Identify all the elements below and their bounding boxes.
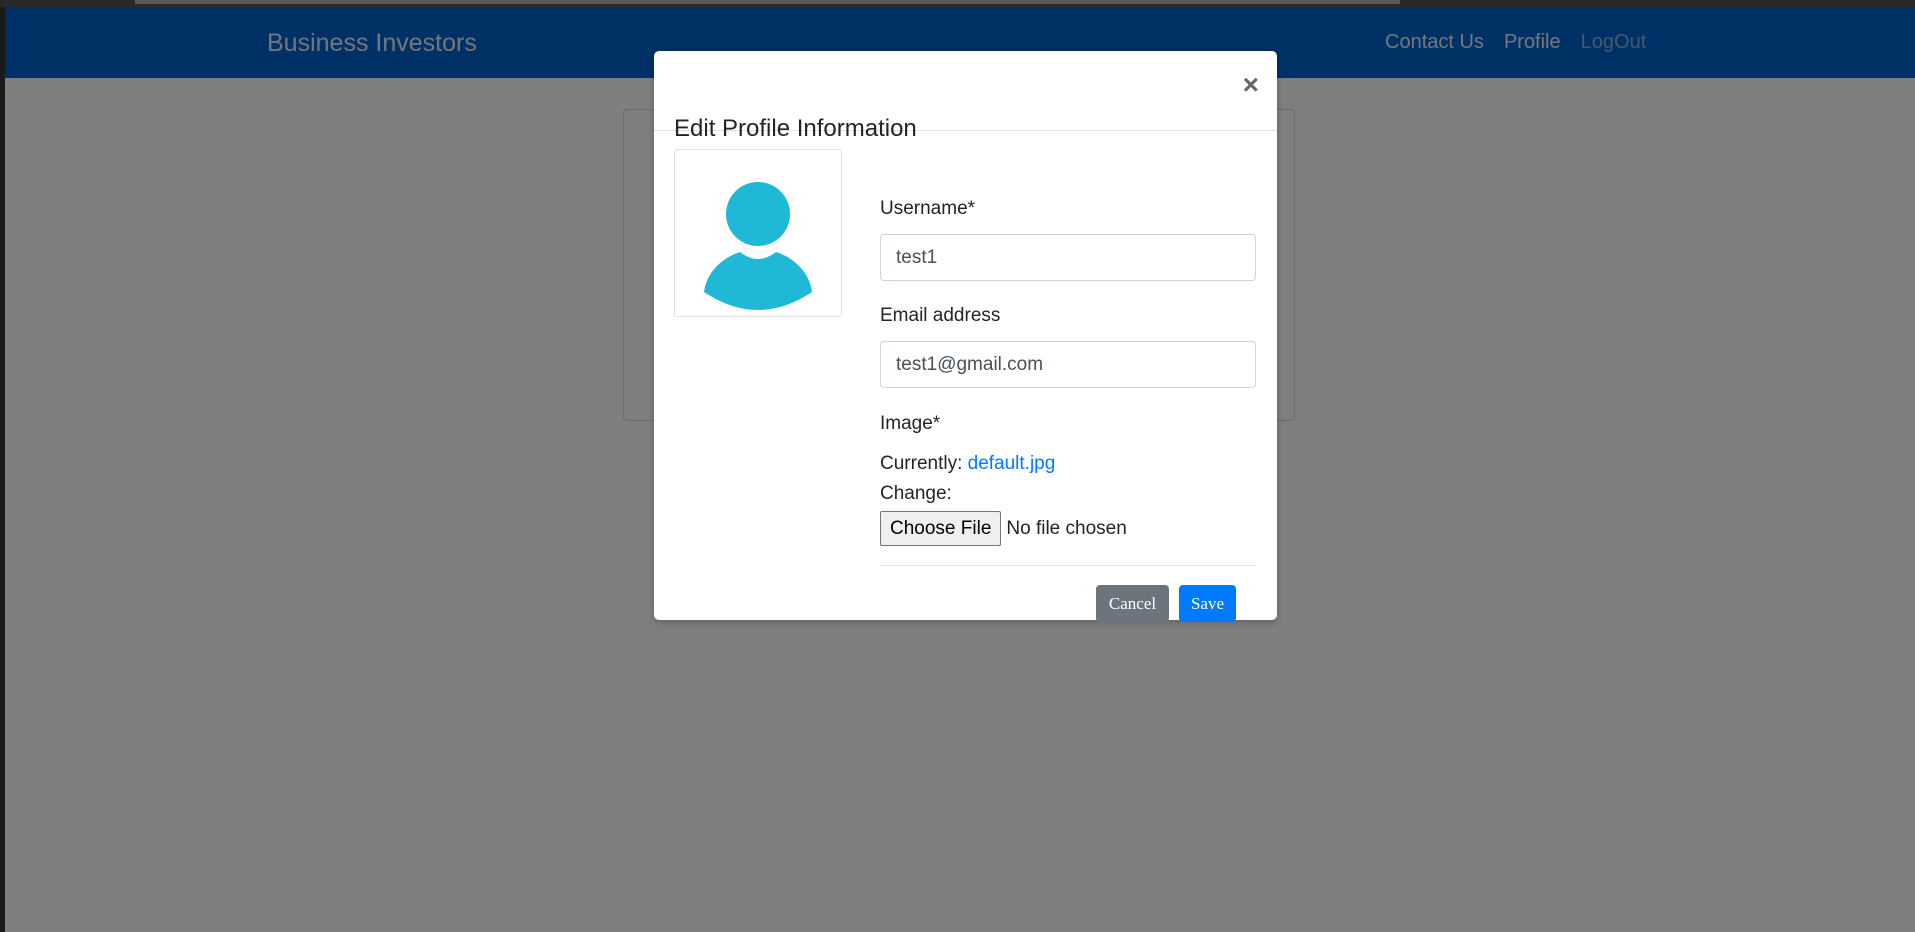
no-file-text: No file chosen [1006,517,1127,539]
email-input[interactable] [880,341,1256,388]
user-avatar-icon [704,182,812,310]
modal-title: Edit Profile Information [674,115,917,143]
avatar [674,149,842,317]
current-image-row: Currently: default.jpg [880,453,1055,475]
browser-tab-highlight [135,0,1400,4]
cancel-button[interactable]: Cancel [1096,585,1169,622]
current-image-link[interactable]: default.jpg [968,453,1056,474]
currently-label: Currently: [880,453,963,474]
image-label: Image* [880,413,941,434]
choose-file-button[interactable]: Choose File [880,511,1002,546]
form-divider [880,565,1256,566]
email-label: Email address [880,305,1001,326]
username-label: Username* [880,198,976,219]
save-button[interactable]: Save [1179,585,1236,622]
close-icon[interactable]: × [1243,71,1259,99]
browser-top-strip [0,0,1915,7]
username-input[interactable] [880,234,1256,281]
change-label: Change: [880,483,952,504]
file-input: Choose File No file chosen [880,511,1127,546]
page: Business Investors Contact Us Profile Lo… [5,7,1915,932]
edit-profile-modal: Edit Profile Information × Username* Ema… [654,51,1277,622]
modal-header: Edit Profile Information × [654,51,1277,142]
